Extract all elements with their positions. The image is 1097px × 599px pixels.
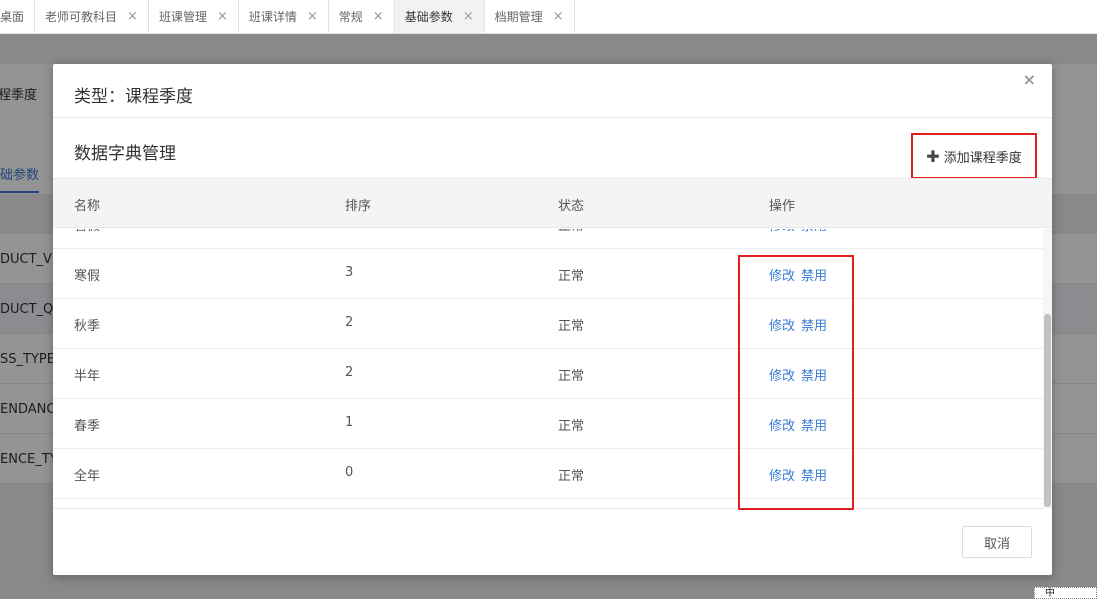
tab-label: 老师可教科目 <box>45 10 118 24</box>
tab-general[interactable]: 常规 × <box>329 0 395 33</box>
section-title: 数据字典管理 <box>74 144 176 164</box>
ime-indicator: 中 <box>1034 587 1097 599</box>
table-row: 半年 2 正常 修改 禁用 <box>53 349 1043 399</box>
column-header-status: 状态 <box>558 199 585 214</box>
tab-label: 常规 <box>338 10 363 24</box>
cell-sort: 2 <box>345 365 354 380</box>
cell-sort: 4 <box>345 229 353 230</box>
dictionary-modal: 类型：课程季度 × 数据字典管理 ✚ 添加课程季度 名称 排序 状态 操作 暑假… <box>53 64 1052 575</box>
edit-link[interactable]: 修改 <box>769 229 795 234</box>
close-icon[interactable]: × <box>553 9 564 24</box>
close-icon[interactable]: × <box>1023 70 1036 89</box>
table-row: 寒假 3 正常 修改 禁用 <box>53 249 1043 299</box>
column-header-name: 名称 <box>74 199 101 214</box>
cell-status: 正常 <box>558 229 584 234</box>
close-icon[interactable]: × <box>307 9 318 24</box>
cell-sort: 3 <box>345 265 354 280</box>
cell-name: 寒假 <box>74 269 101 284</box>
divider <box>53 117 1052 118</box>
cell-name: 暑假 <box>74 229 100 234</box>
tab-bar-filler <box>575 0 1097 33</box>
tab-label: 档期管理 <box>494 10 543 24</box>
cell-sort: 0 <box>345 465 354 480</box>
close-icon[interactable]: × <box>373 9 384 24</box>
cell-status: 正常 <box>558 469 585 484</box>
tab-desktop[interactable]: 桌面 <box>0 0 36 33</box>
add-course-season-button[interactable]: ✚ 添加课程季度 <box>911 133 1037 179</box>
column-header-actions: 操作 <box>769 199 796 214</box>
table-row: 全年 0 正常 修改 禁用 <box>53 449 1043 499</box>
close-icon[interactable]: × <box>127 9 138 24</box>
plus-icon: ✚ <box>926 146 940 166</box>
cancel-button[interactable]: 取消 <box>962 526 1032 558</box>
tab-schedule-management[interactable]: 档期管理 × <box>485 0 575 33</box>
tab-class-management[interactable]: 班课管理 × <box>149 0 239 33</box>
cell-name: 全年 <box>74 469 101 484</box>
cell-status: 正常 <box>558 369 585 384</box>
cell-name: 秋季 <box>74 319 101 334</box>
cell-name: 春季 <box>74 419 101 434</box>
tab-label: 班课管理 <box>158 10 207 24</box>
add-button-label: 添加课程季度 <box>943 150 1022 166</box>
cell-sort: 1 <box>345 415 354 430</box>
tab-class-details[interactable]: 班课详情 × <box>239 0 329 33</box>
close-icon[interactable]: × <box>217 9 228 24</box>
cell-status: 正常 <box>558 269 585 284</box>
cell-status: 正常 <box>558 419 585 434</box>
table-row: 暑假 4 正常 修改 禁用 <box>53 229 1043 249</box>
modal-title: 类型：课程季度 <box>74 87 193 107</box>
scroll-thumb[interactable] <box>1044 314 1051 507</box>
table-row: 秋季 2 正常 修改 禁用 <box>53 299 1043 349</box>
table-body[interactable]: 暑假 4 正常 修改 禁用 寒假 3 正常 修改禁用 秋季 2 正常 修改禁用 半… <box>53 229 1052 509</box>
column-header-sort: 排序 <box>345 199 372 214</box>
table-row: 春季 1 正常 修改 禁用 <box>53 399 1043 449</box>
cell-status: 正常 <box>558 319 585 334</box>
disable-link[interactable]: 禁用 <box>801 229 827 234</box>
close-icon[interactable]: × <box>463 9 474 24</box>
tab-bar: 桌面 老师可教科目 × 班课管理 × 班课详情 × 常规 × 基础参数 × 档期… <box>0 0 1097 34</box>
cell-sort: 2 <box>345 315 354 330</box>
cell-actions: 修改 禁用 <box>769 229 833 234</box>
scrollbar[interactable] <box>1043 229 1052 509</box>
tab-label: 班课详情 <box>248 10 297 24</box>
table-header: 名称 排序 状态 操作 <box>53 178 1052 228</box>
tab-basic-params[interactable]: 基础参数 × <box>394 0 485 33</box>
tab-teacher-subjects[interactable]: 老师可教科目 × <box>35 0 149 33</box>
tab-label: 基础参数 <box>404 10 453 24</box>
actions-highlight-box <box>738 255 854 510</box>
cell-name: 半年 <box>74 369 101 384</box>
tab-label: 桌面 <box>0 10 25 24</box>
